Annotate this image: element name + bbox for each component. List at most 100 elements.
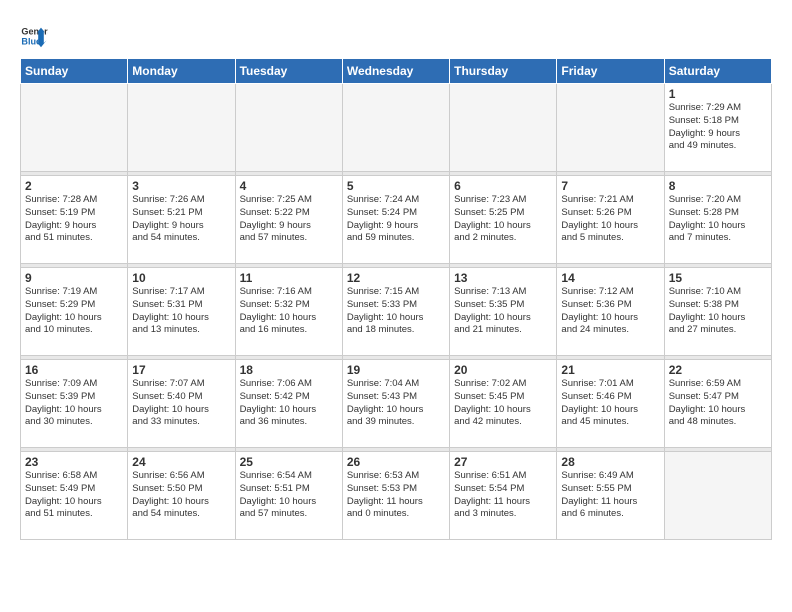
day-info: Sunrise: 7:29 AM Sunset: 5:18 PM Dayligh… bbox=[669, 102, 767, 153]
calendar-cell: 18Sunrise: 7:06 AM Sunset: 5:42 PM Dayli… bbox=[235, 360, 342, 448]
calendar-cell: 7Sunrise: 7:21 AM Sunset: 5:26 PM Daylig… bbox=[557, 176, 664, 264]
day-info: Sunrise: 6:58 AM Sunset: 5:49 PM Dayligh… bbox=[25, 470, 123, 521]
week-row-2: 9Sunrise: 7:19 AM Sunset: 5:29 PM Daylig… bbox=[21, 268, 772, 356]
day-number: 11 bbox=[240, 271, 338, 285]
day-info: Sunrise: 6:53 AM Sunset: 5:53 PM Dayligh… bbox=[347, 470, 445, 521]
day-number: 7 bbox=[561, 179, 659, 193]
week-row-3: 16Sunrise: 7:09 AM Sunset: 5:39 PM Dayli… bbox=[21, 360, 772, 448]
day-number: 17 bbox=[132, 363, 230, 377]
day-info: Sunrise: 6:59 AM Sunset: 5:47 PM Dayligh… bbox=[669, 378, 767, 429]
day-number: 4 bbox=[240, 179, 338, 193]
calendar-cell: 22Sunrise: 6:59 AM Sunset: 5:47 PM Dayli… bbox=[664, 360, 771, 448]
day-number: 8 bbox=[669, 179, 767, 193]
logo: General Blue bbox=[20, 22, 50, 50]
calendar-cell: 4Sunrise: 7:25 AM Sunset: 5:22 PM Daylig… bbox=[235, 176, 342, 264]
calendar-cell bbox=[450, 84, 557, 172]
day-number: 10 bbox=[132, 271, 230, 285]
calendar-cell: 16Sunrise: 7:09 AM Sunset: 5:39 PM Dayli… bbox=[21, 360, 128, 448]
day-number: 24 bbox=[132, 455, 230, 469]
calendar-cell: 13Sunrise: 7:13 AM Sunset: 5:35 PM Dayli… bbox=[450, 268, 557, 356]
day-info: Sunrise: 6:56 AM Sunset: 5:50 PM Dayligh… bbox=[132, 470, 230, 521]
week-row-1: 2Sunrise: 7:28 AM Sunset: 5:19 PM Daylig… bbox=[21, 176, 772, 264]
day-info: Sunrise: 7:25 AM Sunset: 5:22 PM Dayligh… bbox=[240, 194, 338, 245]
calendar-cell: 20Sunrise: 7:02 AM Sunset: 5:45 PM Dayli… bbox=[450, 360, 557, 448]
calendar-cell: 2Sunrise: 7:28 AM Sunset: 5:19 PM Daylig… bbox=[21, 176, 128, 264]
weekday-header-wednesday: Wednesday bbox=[342, 59, 449, 84]
calendar-cell: 9Sunrise: 7:19 AM Sunset: 5:29 PM Daylig… bbox=[21, 268, 128, 356]
day-info: Sunrise: 7:23 AM Sunset: 5:25 PM Dayligh… bbox=[454, 194, 552, 245]
day-number: 22 bbox=[669, 363, 767, 377]
weekday-header-monday: Monday bbox=[128, 59, 235, 84]
calendar-cell bbox=[342, 84, 449, 172]
day-info: Sunrise: 7:04 AM Sunset: 5:43 PM Dayligh… bbox=[347, 378, 445, 429]
day-info: Sunrise: 7:13 AM Sunset: 5:35 PM Dayligh… bbox=[454, 286, 552, 337]
calendar-cell: 11Sunrise: 7:16 AM Sunset: 5:32 PM Dayli… bbox=[235, 268, 342, 356]
calendar-cell: 17Sunrise: 7:07 AM Sunset: 5:40 PM Dayli… bbox=[128, 360, 235, 448]
week-row-0: 1Sunrise: 7:29 AM Sunset: 5:18 PM Daylig… bbox=[21, 84, 772, 172]
calendar-cell: 12Sunrise: 7:15 AM Sunset: 5:33 PM Dayli… bbox=[342, 268, 449, 356]
day-info: Sunrise: 6:51 AM Sunset: 5:54 PM Dayligh… bbox=[454, 470, 552, 521]
calendar-cell: 23Sunrise: 6:58 AM Sunset: 5:49 PM Dayli… bbox=[21, 452, 128, 540]
day-info: Sunrise: 7:17 AM Sunset: 5:31 PM Dayligh… bbox=[132, 286, 230, 337]
calendar-cell bbox=[664, 452, 771, 540]
day-info: Sunrise: 6:49 AM Sunset: 5:55 PM Dayligh… bbox=[561, 470, 659, 521]
calendar-cell: 14Sunrise: 7:12 AM Sunset: 5:36 PM Dayli… bbox=[557, 268, 664, 356]
day-number: 23 bbox=[25, 455, 123, 469]
calendar-cell bbox=[21, 84, 128, 172]
day-info: Sunrise: 7:16 AM Sunset: 5:32 PM Dayligh… bbox=[240, 286, 338, 337]
weekday-header-tuesday: Tuesday bbox=[235, 59, 342, 84]
calendar-cell: 3Sunrise: 7:26 AM Sunset: 5:21 PM Daylig… bbox=[128, 176, 235, 264]
day-info: Sunrise: 7:10 AM Sunset: 5:38 PM Dayligh… bbox=[669, 286, 767, 337]
weekday-header-saturday: Saturday bbox=[664, 59, 771, 84]
calendar-cell: 6Sunrise: 7:23 AM Sunset: 5:25 PM Daylig… bbox=[450, 176, 557, 264]
day-info: Sunrise: 7:12 AM Sunset: 5:36 PM Dayligh… bbox=[561, 286, 659, 337]
calendar-cell bbox=[235, 84, 342, 172]
day-number: 18 bbox=[240, 363, 338, 377]
calendar-cell: 27Sunrise: 6:51 AM Sunset: 5:54 PM Dayli… bbox=[450, 452, 557, 540]
calendar-cell: 15Sunrise: 7:10 AM Sunset: 5:38 PM Dayli… bbox=[664, 268, 771, 356]
day-info: Sunrise: 7:20 AM Sunset: 5:28 PM Dayligh… bbox=[669, 194, 767, 245]
day-number: 6 bbox=[454, 179, 552, 193]
day-number: 1 bbox=[669, 87, 767, 101]
day-number: 14 bbox=[561, 271, 659, 285]
day-number: 28 bbox=[561, 455, 659, 469]
day-number: 25 bbox=[240, 455, 338, 469]
day-info: Sunrise: 7:15 AM Sunset: 5:33 PM Dayligh… bbox=[347, 286, 445, 337]
day-number: 20 bbox=[454, 363, 552, 377]
header: General Blue bbox=[20, 18, 772, 50]
logo-icon: General Blue bbox=[20, 22, 48, 50]
page: General Blue SundayMondayTuesdayWednesda… bbox=[0, 0, 792, 612]
calendar: SundayMondayTuesdayWednesdayThursdayFrid… bbox=[20, 58, 772, 540]
day-number: 5 bbox=[347, 179, 445, 193]
weekday-header-sunday: Sunday bbox=[21, 59, 128, 84]
calendar-cell: 5Sunrise: 7:24 AM Sunset: 5:24 PM Daylig… bbox=[342, 176, 449, 264]
svg-text:Blue: Blue bbox=[21, 36, 41, 46]
day-number: 16 bbox=[25, 363, 123, 377]
calendar-cell: 10Sunrise: 7:17 AM Sunset: 5:31 PM Dayli… bbox=[128, 268, 235, 356]
day-info: Sunrise: 7:26 AM Sunset: 5:21 PM Dayligh… bbox=[132, 194, 230, 245]
day-info: Sunrise: 7:19 AM Sunset: 5:29 PM Dayligh… bbox=[25, 286, 123, 337]
day-info: Sunrise: 6:54 AM Sunset: 5:51 PM Dayligh… bbox=[240, 470, 338, 521]
day-number: 19 bbox=[347, 363, 445, 377]
day-number: 21 bbox=[561, 363, 659, 377]
calendar-cell: 24Sunrise: 6:56 AM Sunset: 5:50 PM Dayli… bbox=[128, 452, 235, 540]
day-number: 15 bbox=[669, 271, 767, 285]
calendar-cell bbox=[557, 84, 664, 172]
day-number: 12 bbox=[347, 271, 445, 285]
day-number: 2 bbox=[25, 179, 123, 193]
day-number: 27 bbox=[454, 455, 552, 469]
weekday-header-row: SundayMondayTuesdayWednesdayThursdayFrid… bbox=[21, 59, 772, 84]
day-number: 26 bbox=[347, 455, 445, 469]
calendar-cell: 19Sunrise: 7:04 AM Sunset: 5:43 PM Dayli… bbox=[342, 360, 449, 448]
calendar-cell: 1Sunrise: 7:29 AM Sunset: 5:18 PM Daylig… bbox=[664, 84, 771, 172]
day-info: Sunrise: 7:21 AM Sunset: 5:26 PM Dayligh… bbox=[561, 194, 659, 245]
day-info: Sunrise: 7:02 AM Sunset: 5:45 PM Dayligh… bbox=[454, 378, 552, 429]
day-number: 13 bbox=[454, 271, 552, 285]
calendar-cell: 25Sunrise: 6:54 AM Sunset: 5:51 PM Dayli… bbox=[235, 452, 342, 540]
weekday-header-friday: Friday bbox=[557, 59, 664, 84]
week-row-4: 23Sunrise: 6:58 AM Sunset: 5:49 PM Dayli… bbox=[21, 452, 772, 540]
calendar-cell: 21Sunrise: 7:01 AM Sunset: 5:46 PM Dayli… bbox=[557, 360, 664, 448]
day-number: 9 bbox=[25, 271, 123, 285]
day-info: Sunrise: 7:24 AM Sunset: 5:24 PM Dayligh… bbox=[347, 194, 445, 245]
calendar-cell: 28Sunrise: 6:49 AM Sunset: 5:55 PM Dayli… bbox=[557, 452, 664, 540]
